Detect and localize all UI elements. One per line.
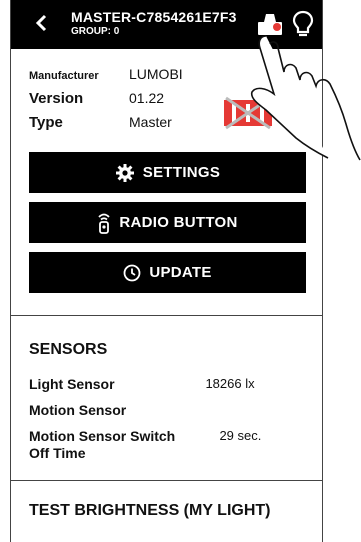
radio-button-label: RADIO BUTTON (119, 214, 238, 231)
group-label: GROUP: 0 (71, 26, 120, 37)
back-button[interactable] (35, 12, 49, 38)
chevron-left-icon (35, 14, 47, 32)
sensors-title: SENSORS (29, 341, 108, 358)
sensor-row-motion: Motion Sensor (29, 402, 309, 420)
manufacturer-label: Manufacturer (29, 70, 99, 82)
sensor-label: Motion Sensor (29, 402, 127, 418)
sensor-row-switch-off-time: Motion Sensor Switch Off Time 29 sec. (29, 428, 309, 462)
version-value: 01.22 (129, 90, 165, 106)
remote-icon (98, 213, 110, 234)
divider (11, 315, 322, 316)
type-label: Type (29, 114, 63, 131)
manufacturer-value: LUMOBI (129, 66, 183, 82)
clock-icon (123, 264, 141, 281)
gear-icon (115, 163, 134, 182)
sensor-row-light: Light Sensor 18266 lx (29, 376, 309, 394)
version-label: Version (29, 90, 84, 107)
update-button[interactable]: UPDATE (29, 252, 306, 293)
type-value: Master (129, 114, 172, 130)
radio-button-button[interactable]: RADIO BUTTON (29, 202, 306, 243)
sensor-value: 18266 lx (205, 376, 255, 391)
device-info: Manufacturer LUMOBI Version 01.22 Type M… (29, 66, 183, 138)
test-brightness-title: TEST BRIGHTNESS (MY LIGHT) (29, 502, 271, 519)
sensor-label: Light Sensor (29, 376, 115, 392)
sensor-value: 29 sec. (219, 428, 262, 443)
sensor-label: Motion Sensor Switch Off Time (29, 428, 176, 461)
pointing-hand-icon (250, 35, 361, 161)
settings-label: SETTINGS (142, 164, 221, 181)
update-label: UPDATE (149, 264, 212, 281)
divider (11, 480, 322, 481)
device-title: MASTER-C7854261E7F3 (71, 9, 237, 25)
